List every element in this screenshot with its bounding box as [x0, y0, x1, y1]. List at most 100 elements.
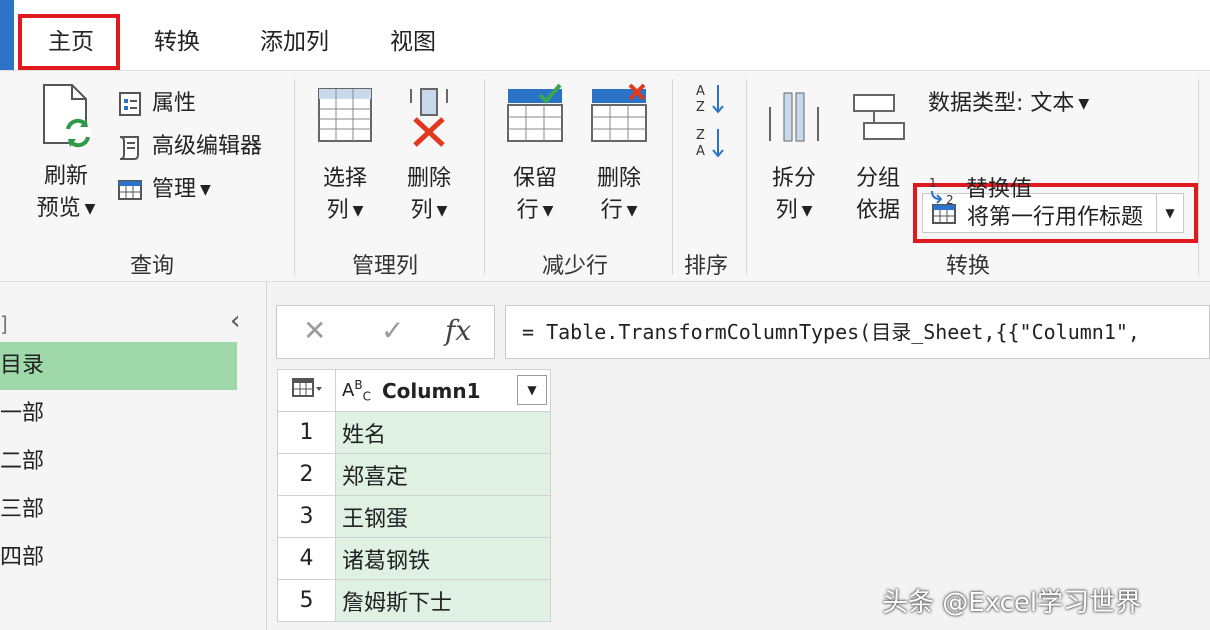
sort-ascending-icon: A Z [696, 84, 724, 115]
watermark: 头条 @Excel学习世界 [882, 588, 1142, 618]
query-item[interactable]: 二部 [0, 438, 237, 486]
column-filter-dropdown[interactable]: ▼ [517, 375, 547, 405]
table-cell[interactable]: 王钢蛋 [335, 495, 551, 538]
table-cell[interactable]: 郑喜定 [335, 453, 551, 496]
column-header[interactable]: ABC Column1 ▼ [335, 369, 551, 412]
query-item[interactable]: 四部 [0, 534, 237, 582]
svg-text:A: A [696, 144, 705, 159]
ribbon-divider [1198, 79, 1199, 275]
chevron-down-icon: ▼ [626, 203, 638, 219]
sort-descending-button[interactable]: Z A [694, 125, 726, 167]
split-label-2: 列 [775, 198, 798, 223]
table-cell[interactable]: 姓名 [335, 411, 551, 454]
fx-icon[interactable]: fx [445, 314, 471, 347]
table-menu-button[interactable] [277, 369, 336, 412]
formula-buttons: ✕ ✓ fx [276, 305, 495, 359]
keep-rows-icon [507, 83, 563, 142]
remove-col-label-2: 列 [410, 198, 433, 223]
chevron-down-icon: ▼ [542, 203, 554, 219]
remove-rows-button[interactable]: 删除 行 ▼ [584, 83, 654, 227]
data-grid: ABC Column1 ▼ 1 姓名 2 郑喜定 3 王钢蛋 4 诸葛钢铁 5 … [277, 369, 551, 622]
tab-transform[interactable]: 转换 [154, 22, 200, 56]
tab-view[interactable]: 视图 [390, 22, 436, 56]
replace-values-button[interactable]: 1 2 替换值 [928, 171, 1032, 205]
manage-label: 管理 [152, 177, 197, 202]
query-item[interactable]: 目录 [0, 342, 237, 390]
remove-columns-icon [410, 88, 448, 147]
confirm-formula-icon[interactable]: ✓ [381, 314, 404, 347]
group-by-icon [853, 94, 905, 140]
properties-icon [119, 92, 141, 116]
query-item[interactable]: 三部 [0, 486, 237, 534]
sort-descending-icon: Z A [696, 128, 724, 159]
remove-columns-button[interactable]: 删除 列 ▼ [396, 83, 462, 227]
query-item[interactable]: 一部 [0, 390, 237, 438]
formula-input[interactable]: = Table.TransformColumnTypes(目录_Sheet,{{… [505, 305, 1210, 359]
ribbon-divider [294, 79, 295, 275]
chevron-down-icon: ▼ [801, 203, 813, 219]
ribbon-divider [672, 79, 673, 275]
split-column-button[interactable]: 拆分 列 ▼ [762, 83, 826, 227]
replace-values-label: 替换值 [966, 177, 1033, 202]
advanced-editor-icon [119, 136, 139, 160]
group-label-manage-columns: 管理列 [352, 254, 419, 279]
row-number: 3 [277, 495, 336, 538]
svg-text:2: 2 [946, 193, 954, 205]
chevron-down-icon: ▼ [352, 203, 364, 219]
table-cell[interactable]: 詹姆斯下士 [335, 579, 551, 622]
chevron-down-icon: ▼ [436, 203, 448, 219]
ribbon-tab-bar: 主页 转换 添加列 视图 [0, 8, 1210, 70]
choose-columns-icon [318, 88, 372, 142]
group-label-sort: 排序 [684, 254, 729, 279]
file-tab-edge[interactable] [0, 0, 14, 8]
manage-button[interactable]: 管理 ▼ [116, 171, 211, 204]
ribbon-divider [484, 79, 485, 275]
keep-label-1: 保留 [512, 166, 557, 191]
group-label-transform: 转换 [946, 254, 991, 279]
group-by-button[interactable]: 分组 依据 [846, 83, 910, 227]
groupby-label-1: 分组 [855, 166, 900, 191]
formula-bar: ✕ ✓ fx = Table.TransformColumnTypes(目录_S… [276, 305, 1210, 359]
refresh-label-1: 刷新 [43, 164, 88, 189]
choose-columns-button[interactable]: 选择 列 ▼ [312, 83, 378, 227]
keep-rows-button[interactable]: 保留 行 ▼ [500, 83, 570, 227]
split-column-icon [769, 92, 819, 142]
group-label-query: 查询 [130, 254, 175, 279]
choose-label-1: 选择 [322, 166, 367, 191]
sort-ascending-button[interactable]: A Z [694, 81, 726, 123]
refresh-icon [43, 84, 91, 148]
column-header-label: Column1 [382, 379, 481, 403]
groupby-label-2: 依据 [855, 198, 900, 223]
table-menu-icon [291, 378, 322, 397]
remove-rows-icon [591, 83, 647, 142]
collapse-pane-icon[interactable]: ‹ [230, 306, 240, 336]
refresh-preview-button[interactable]: 刷新 预览 ▼ [30, 83, 102, 225]
file-tab[interactable] [0, 8, 14, 70]
advanced-editor-label: 高级编辑器 [152, 134, 263, 159]
cancel-formula-icon[interactable]: ✕ [303, 314, 326, 347]
chevron-down-icon: ▼ [1078, 96, 1090, 112]
table-cell[interactable]: 诸葛钢铁 [335, 537, 551, 580]
properties-button[interactable]: 属性 [116, 85, 196, 118]
svg-text:1: 1 [929, 176, 937, 190]
ribbon-home: 刷新 预览 ▼ 属性 高级编辑器 管理 ▼ 查询 选择 列 ▼ 删除 列 ▼ 管… [0, 70, 1210, 282]
data-type-dropdown[interactable]: 数据类型: 文本 ▼ [928, 85, 1089, 117]
queries-pane-title-edge: ] [0, 312, 8, 336]
home-tab-highlight [18, 14, 120, 70]
text-type-icon[interactable]: ABC [342, 378, 371, 404]
tab-add-column[interactable]: 添加列 [260, 22, 329, 56]
properties-label: 属性 [152, 91, 197, 116]
choose-label-2: 列 [326, 198, 349, 223]
group-label-reduce-rows: 减少行 [542, 254, 609, 279]
keep-label-2: 行 [516, 198, 539, 223]
remove-col-label-1: 删除 [406, 166, 451, 191]
split-label-1: 拆分 [771, 166, 816, 191]
chevron-down-icon: ▼ [200, 182, 211, 198]
svg-text:Z: Z [696, 128, 705, 143]
chevron-down-icon: ▼ [84, 201, 96, 217]
row-number: 1 [277, 411, 336, 454]
window-title-strip [0, 0, 1210, 8]
row-number: 4 [277, 537, 336, 580]
advanced-editor-button[interactable]: 高级编辑器 [116, 128, 262, 161]
remove-row-label-2: 行 [600, 198, 623, 223]
